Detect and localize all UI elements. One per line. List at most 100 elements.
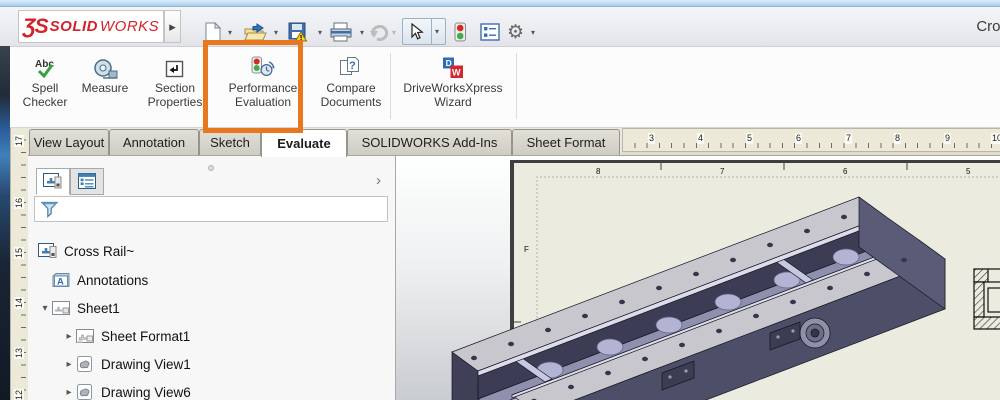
tree-caret-icon[interactable]: ▸: [62, 359, 76, 370]
sheet-format-icon: [76, 328, 95, 344]
ribbon-label: Evaluation: [235, 95, 291, 109]
zone-label: 7: [720, 167, 725, 176]
ruler-number: 15: [14, 247, 24, 259]
new-document-button[interactable]: [204, 20, 222, 44]
document-title: Cros: [976, 18, 1000, 35]
tree-caret-icon[interactable]: ▸: [62, 331, 76, 342]
section-hatch: [974, 317, 1000, 329]
window-top-edge: [0, 0, 1000, 7]
logo-name-light: WORKS: [100, 18, 159, 35]
print-dropdown[interactable]: ▾: [360, 28, 364, 37]
titlebar: ƷS SOLID WORKS ▾ ▾: [0, 7, 1000, 47]
tab-feature-manager-tree[interactable]: [36, 168, 70, 195]
part-bearing: [656, 317, 682, 333]
tree-item-label: Drawing View6: [101, 385, 191, 400]
ruler-number: 8: [894, 133, 901, 144]
driveworksxpress-wizard-button[interactable]: D W DriveWorksXpress Wizard: [394, 53, 512, 123]
tab-property-manager[interactable]: [70, 168, 104, 195]
section-properties-button[interactable]: Section Properties: [140, 53, 210, 123]
logo-name-bold: SOLID: [50, 18, 98, 35]
select-tool-dropdown[interactable]: ▾: [435, 27, 439, 36]
save-icon: [288, 22, 309, 43]
performance-evaluation-button[interactable]: Performance Evaluation: [218, 53, 308, 123]
ribbon-label: Spell: [32, 81, 59, 95]
tab-annotation[interactable]: Annotation: [109, 129, 199, 155]
tab-label: View Layout: [34, 135, 105, 150]
performance-evaluation-icon: [249, 55, 277, 81]
tree-item-sheet1[interactable]: ▾ Sheet1: [28, 297, 388, 319]
tree-item-label: Sheet1: [77, 301, 120, 316]
tab-label: Annotation: [123, 135, 185, 150]
tree-item-drawing-view6[interactable]: ▸ Drawing View6: [28, 381, 388, 400]
measure-button[interactable]: Measure: [74, 53, 136, 123]
print-button[interactable]: [330, 20, 352, 44]
tree-filter-input[interactable]: [34, 196, 388, 222]
ribbon-label: Documents: [321, 95, 382, 109]
save-dropdown[interactable]: ▾: [318, 28, 322, 37]
tab-solidworks-add-ins[interactable]: SOLIDWORKS Add-Ins: [347, 129, 512, 155]
tree-root-label: Cross Rail~: [64, 244, 134, 259]
options-button[interactable]: ⚙: [507, 20, 524, 44]
horizontal-ruler: 3 4 5 6 7 8 9 10: [622, 128, 1000, 152]
window-edge-strip: [0, 46, 10, 400]
select-tool-divider: [431, 19, 432, 44]
open-dropdown[interactable]: ▾: [274, 28, 278, 37]
tree-caret-icon[interactable]: ▾: [38, 303, 52, 314]
tree-caret-icon[interactable]: ▸: [62, 387, 76, 398]
ribbon-toolbar: Abc Spell Checker Measure: [10, 47, 1000, 128]
tab-evaluate[interactable]: Evaluate: [261, 129, 347, 157]
tree-item-sheet-format1[interactable]: ▸ Sheet Format1: [28, 325, 388, 347]
ruler-number: 3: [648, 133, 655, 144]
undo-dropdown[interactable]: ▾: [392, 28, 396, 37]
ruler-number: 17: [14, 135, 24, 147]
section-properties-icon: [163, 57, 187, 81]
ruler-number: 12: [14, 389, 24, 400]
tab-view-layout[interactable]: View Layout: [29, 129, 109, 155]
ruler-number: 14: [14, 297, 24, 309]
tree-item-annotations[interactable]: A Annotations: [28, 269, 388, 291]
logo-monogram: ƷS: [23, 15, 48, 39]
ruler-number: 4: [697, 133, 704, 144]
open-button[interactable]: [244, 20, 267, 44]
tab-sketch[interactable]: Sketch: [199, 129, 261, 155]
driveworksxpress-icon: D W: [440, 56, 466, 81]
sheet-icon: [52, 300, 71, 316]
drawing-canvas[interactable]: 8 7 6 5 F E: [396, 156, 1000, 400]
new-document-icon: [204, 22, 222, 42]
ribbon-label: Measure: [82, 81, 129, 95]
part-bearing: [715, 294, 741, 310]
menu-expander-button[interactable]: [164, 10, 181, 43]
panel-expand-chevron-icon[interactable]: ›: [376, 172, 381, 189]
options-dropdown[interactable]: ▾: [531, 28, 535, 37]
save-button[interactable]: [288, 20, 309, 44]
tab-label: Evaluate: [277, 136, 330, 151]
undo-button[interactable]: [368, 20, 390, 44]
tab-label: Sketch: [210, 135, 250, 150]
select-tool-button[interactable]: ▾: [402, 18, 446, 45]
section-hatch: [974, 269, 988, 282]
tree-root-cross-rail[interactable]: Cross Rail~: [28, 240, 388, 262]
gear-icon: ⚙: [507, 21, 524, 44]
zone-label: 8: [596, 167, 601, 176]
performance-pilot-button[interactable]: [454, 20, 467, 44]
feature-manager-panel: › Cross Rail~: [28, 156, 396, 400]
tab-sheet-format[interactable]: Sheet Format: [512, 129, 620, 155]
new-document-dropdown[interactable]: ▾: [228, 28, 232, 37]
spell-checker-button[interactable]: Abc Spell Checker: [16, 53, 74, 123]
panel-drag-handle[interactable]: [208, 165, 214, 171]
svg-text:Abc: Abc: [35, 59, 54, 70]
ruler-number: 7: [845, 133, 852, 144]
display-settings-button[interactable]: [480, 20, 501, 44]
measure-icon: [92, 57, 119, 81]
tree-item-label: Drawing View1: [101, 357, 191, 372]
zone-label: F: [524, 245, 529, 254]
ruler-number: 16: [14, 197, 24, 209]
compare-documents-button[interactable]: ? Compare Documents: [314, 53, 388, 123]
tree-item-drawing-view1[interactable]: ▸ Drawing View1: [28, 353, 388, 375]
svg-text:A: A: [57, 277, 64, 288]
solidworks-window: ƷS SOLID WORKS ▾ ▾: [0, 0, 1000, 400]
ribbon-label: Properties: [148, 95, 203, 109]
solidworks-logo: ƷS SOLID WORKS: [18, 10, 164, 43]
spell-checker-icon: Abc: [31, 57, 59, 81]
display-settings-icon: [480, 23, 501, 42]
